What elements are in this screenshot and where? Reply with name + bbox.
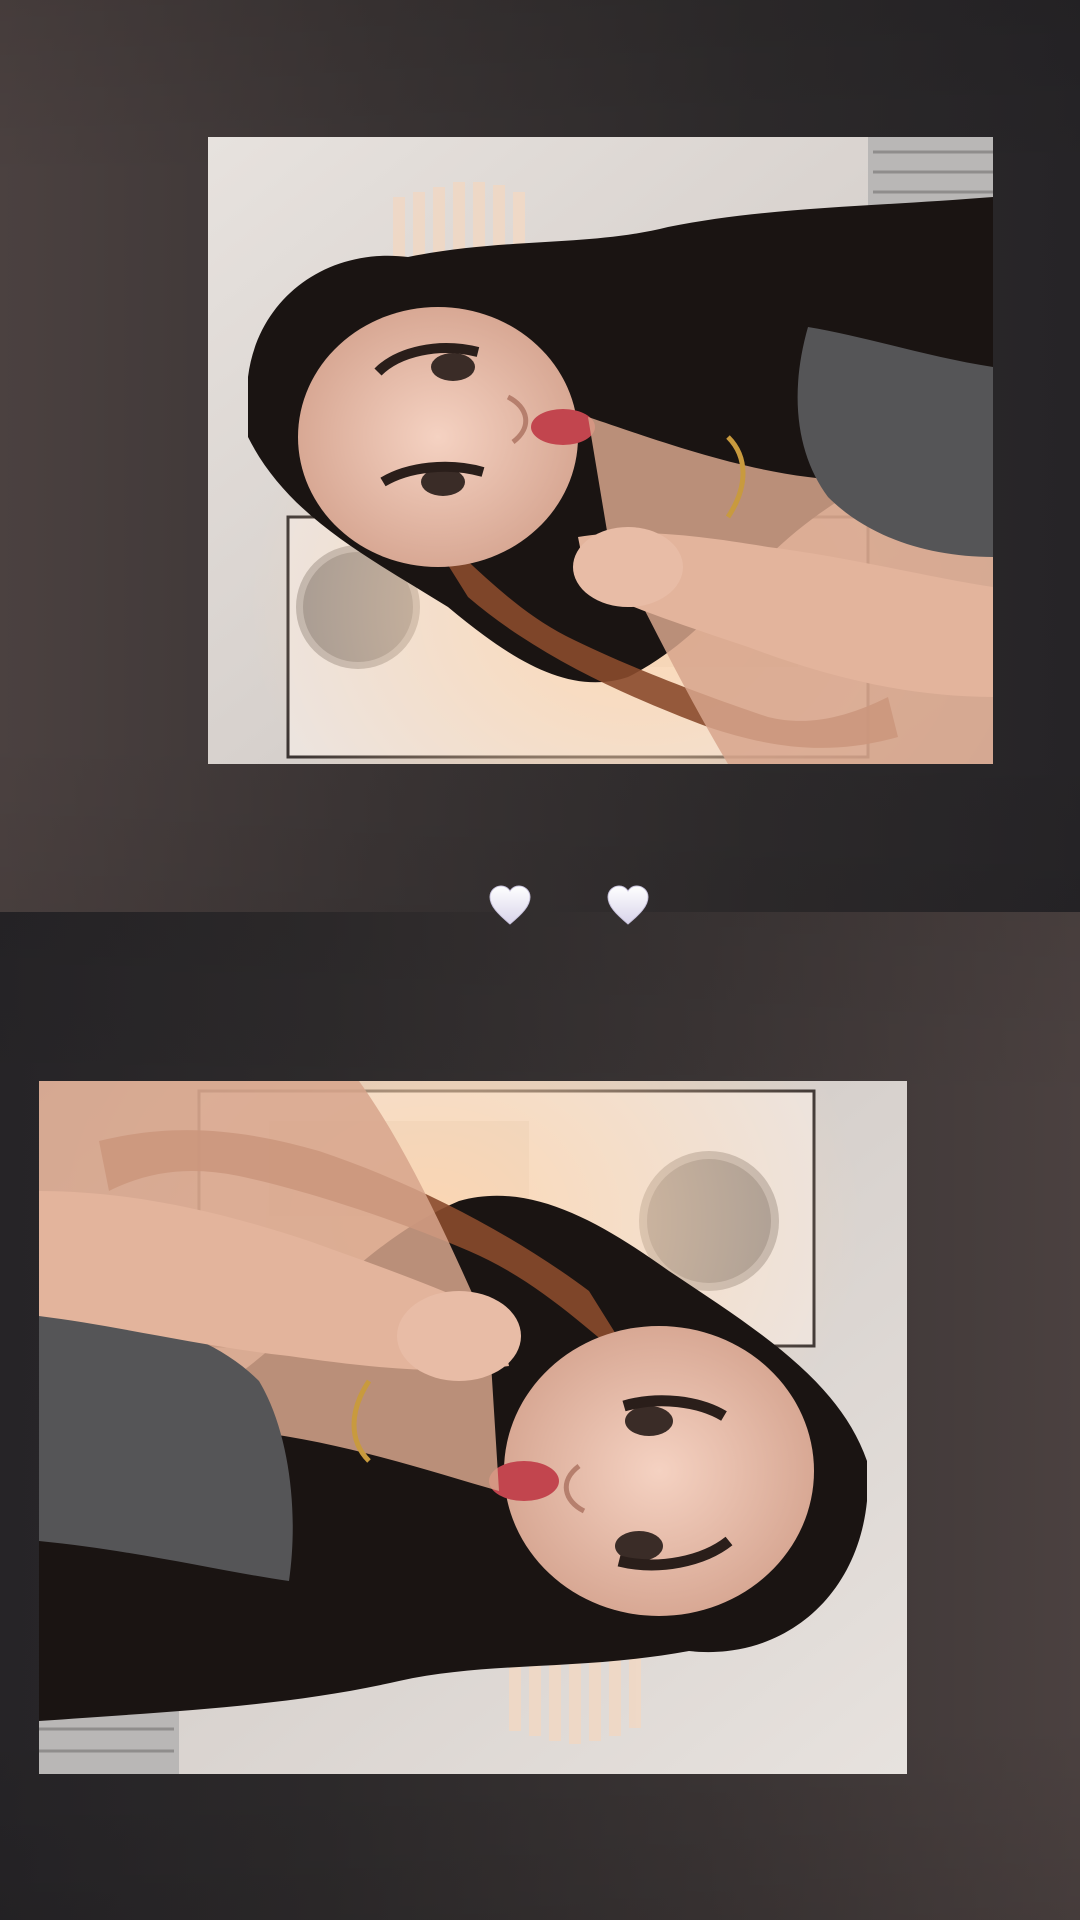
story-canvas (0, 0, 1080, 1920)
portrait-photo-bottom (39, 1081, 907, 1774)
portrait-photo-top (208, 137, 993, 764)
white-heart-icon (488, 884, 532, 928)
portrait-photo-top-image (208, 137, 993, 764)
portrait-photo-bottom-image (39, 1081, 907, 1774)
white-heart-icon (606, 884, 650, 928)
